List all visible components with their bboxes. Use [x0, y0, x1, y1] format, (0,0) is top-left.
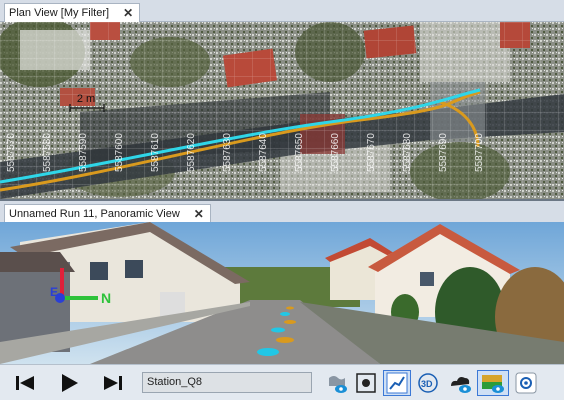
pano-tabbar: Unnamed Run 11, Panoramic View ✕	[0, 201, 564, 223]
skip-forward-button[interactable]	[100, 371, 126, 395]
grid-coordinate-label: 5587630	[222, 133, 233, 172]
tab-plan-view[interactable]: Plan View [My Filter] ✕	[4, 3, 141, 22]
grid-coordinate-label: 5587580	[42, 133, 53, 172]
map-eye-icon	[329, 376, 347, 393]
layers-eye-icon	[482, 375, 504, 393]
plan-tab-label: Plan View [My Filter]	[9, 7, 110, 19]
grid-coordinate-label: 5587690	[438, 133, 449, 172]
skip-forward-icon	[104, 376, 122, 390]
plan-view-canvas[interactable]: 2 m 5587570 5587580 5587590 5587600 5587610 5…	[0, 22, 564, 199]
pano-tab-close-icon[interactable]: ✕	[194, 207, 204, 221]
grid-coordinate-label: 5587590	[78, 133, 89, 172]
settings-button[interactable]	[514, 371, 538, 395]
panoramic-view-canvas[interactable]: N E	[0, 222, 564, 364]
grid-coordinate-label: 5587680	[402, 133, 413, 172]
tab-panoramic-view[interactable]: Unnamed Run 11, Panoramic View ✕	[4, 204, 211, 223]
cloud-visibility-button[interactable]	[448, 371, 474, 395]
cloud-eye-icon	[451, 377, 471, 393]
focus-button[interactable]	[354, 371, 378, 395]
svg-text:3D: 3D	[421, 379, 433, 389]
play-icon	[62, 374, 78, 392]
grid-coordinate-label: 5587570	[6, 133, 17, 172]
grid-coordinate-label: 5587600	[114, 133, 125, 172]
grid-coordinate-label: 5587640	[258, 133, 269, 172]
axis-east-label: E	[50, 285, 58, 299]
map-visibility-button[interactable]	[326, 371, 348, 395]
grid-coordinate-label: 5587700	[474, 133, 485, 172]
grid-coordinate-label: 5587670	[366, 133, 377, 172]
plan-tabbar: Plan View [My Filter] ✕	[0, 0, 564, 22]
grid-coordinate-label: 5587610	[150, 133, 161, 172]
layers-visibility-button[interactable]	[477, 370, 509, 396]
play-button[interactable]	[56, 371, 82, 395]
grid-coordinate-label: 5587620	[186, 133, 197, 172]
pano-tab-label: Unnamed Run 11, Panoramic View	[9, 208, 180, 220]
trajectory-icon	[386, 372, 408, 394]
trajectory-button[interactable]	[383, 370, 411, 396]
settings-icon	[515, 372, 537, 394]
panoramic-view-svg: N E	[0, 222, 564, 364]
skip-back-button[interactable]	[12, 371, 38, 395]
playback-toolbar: Station_Q8 3D	[0, 364, 564, 400]
plan-tab-close-icon[interactable]: ✕	[123, 6, 133, 20]
grid-coordinate-label: 5587650	[294, 133, 305, 172]
plan-view-svg: 2 m 5587570 5587580 5587590 5587600 5587610 5…	[0, 22, 564, 199]
skip-back-icon	[16, 376, 34, 390]
3d-view-button[interactable]: 3D	[416, 371, 440, 395]
scale-label: 2 m	[77, 93, 95, 105]
focus-icon	[356, 373, 376, 393]
grid-coordinate-label: 5587660	[330, 133, 341, 172]
station-field[interactable]: Station_Q8	[142, 372, 312, 393]
3d-rotate-icon: 3D	[418, 373, 438, 393]
axis-north-label: N	[101, 290, 111, 306]
